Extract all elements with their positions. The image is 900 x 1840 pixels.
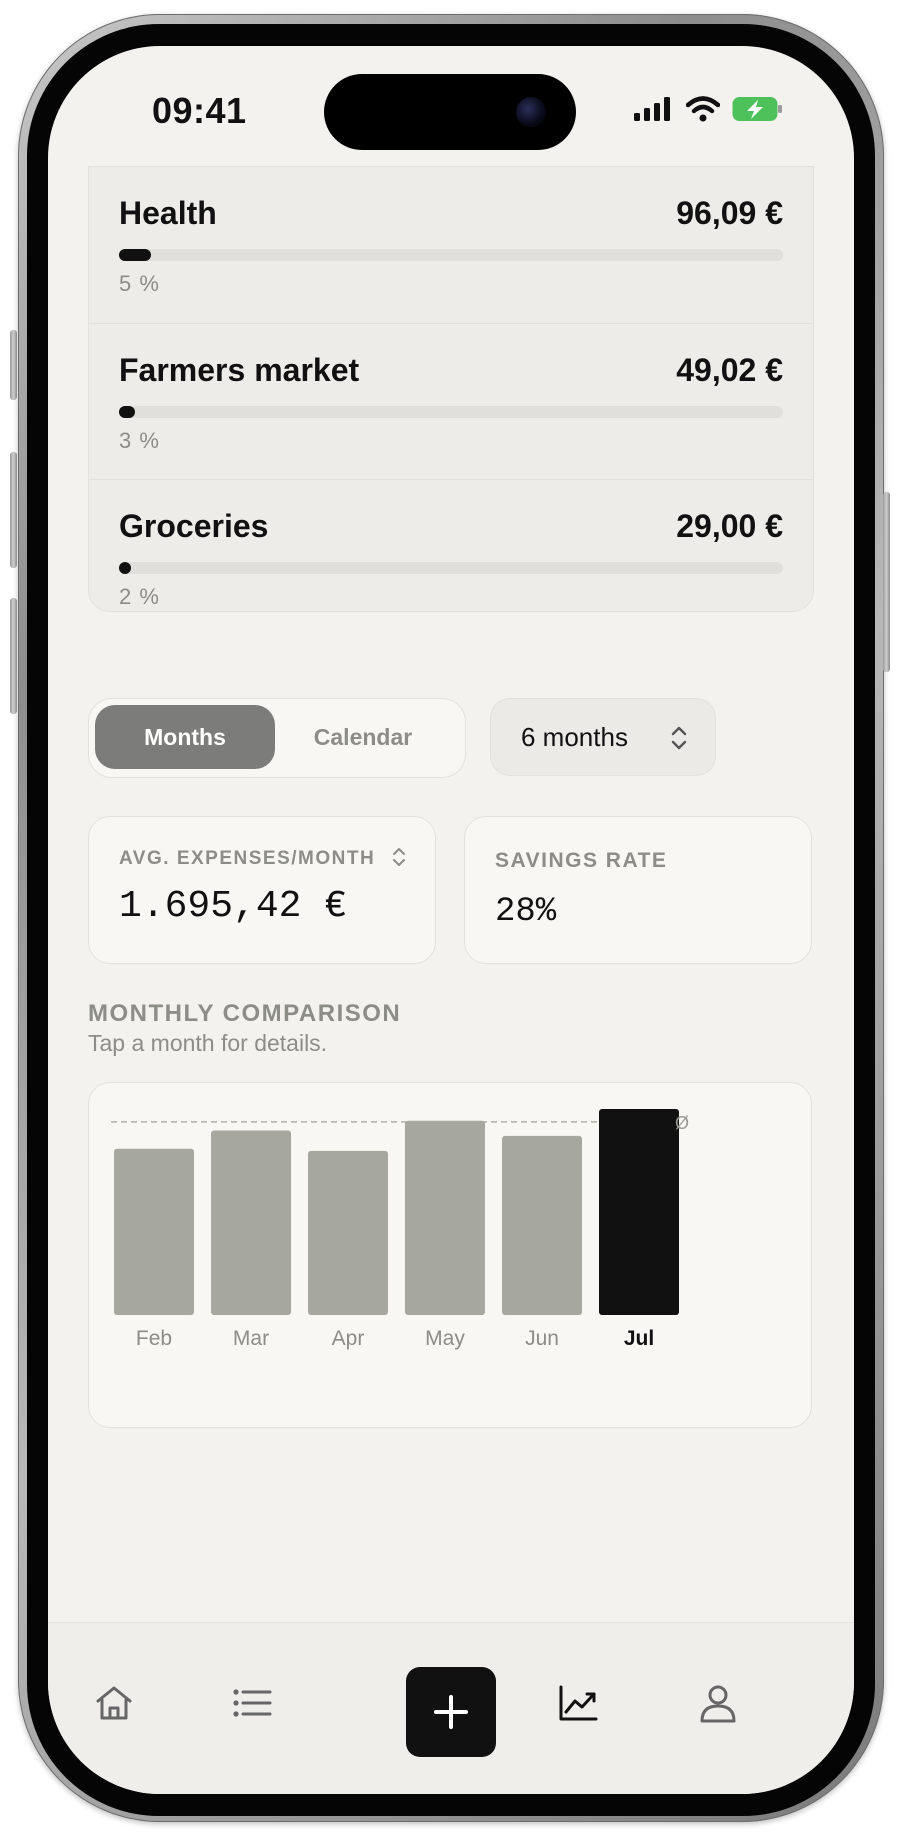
category-progress-track <box>119 406 783 418</box>
category-amount: 49,02 € <box>676 352 783 388</box>
avg-expenses-label-text: AVG. EXPENSES/MONTH <box>119 848 376 869</box>
plus-icon <box>434 1695 468 1729</box>
month-label-may[interactable]: May <box>425 1327 465 1350</box>
battery-charging-icon <box>732 97 782 121</box>
add-button[interactable] <box>406 1667 496 1757</box>
home-icon[interactable] <box>90 1679 138 1727</box>
bar-jun[interactable] <box>502 1135 582 1315</box>
app-screen: 09:41 Health 96,09 € 5 % Farmers market … <box>48 46 854 1794</box>
category-progress-track <box>119 249 783 261</box>
monthly-comparison-subtitle: Tap a month for details. <box>88 1030 328 1056</box>
volume-up-button <box>10 452 17 568</box>
savings-rate-card: SAVINGS RATE 28% <box>464 816 812 964</box>
chevron-up-down-icon <box>392 848 405 866</box>
avg-expenses-value: 1.695,42 € <box>119 885 348 928</box>
category-row-groceries[interactable]: Groceries 29,00 € 2 % <box>89 479 813 636</box>
average-reference-label: Ø <box>675 1113 689 1133</box>
category-progress-fill <box>119 406 135 418</box>
status-time: 09:41 <box>152 90 247 131</box>
tab-bar <box>48 1622 854 1794</box>
bar-jul[interactable] <box>599 1109 679 1315</box>
month-label-jul[interactable]: Jul <box>624 1327 654 1350</box>
volume-down-button <box>10 598 17 714</box>
month-label-mar[interactable]: Mar <box>233 1327 269 1350</box>
chart-icon[interactable] <box>554 1679 602 1727</box>
category-row-health[interactable]: Health 96,09 € 5 % <box>89 167 813 323</box>
category-progress-fill <box>119 562 131 574</box>
category-name: Health <box>119 195 217 231</box>
status-bar: 09:41 <box>48 46 854 166</box>
avg-expenses-card[interactable]: AVG. EXPENSES/MONTH 1.695,42 € <box>88 816 436 964</box>
avg-expenses-label: AVG. EXPENSES/MONTH <box>119 847 406 870</box>
bar-feb[interactable] <box>114 1148 194 1315</box>
months-toggle-button[interactable]: Months <box>95 705 275 769</box>
month-label-jun[interactable]: Jun <box>525 1327 559 1350</box>
bar-may[interactable] <box>405 1120 485 1315</box>
category-amount: 29,00 € <box>676 508 783 544</box>
category-name: Farmers market <box>119 352 360 388</box>
bar-chart: Feb Mar Apr May Jun Jul Ø <box>111 1109 689 1350</box>
category-list: Health 96,09 € 5 % Farmers market 49,02 … <box>88 166 814 612</box>
monthly-comparison-chart: Feb Mar Apr May Jun Jul Ø <box>88 1082 812 1428</box>
profile-icon[interactable] <box>694 1679 742 1727</box>
category-percent: 2 % <box>119 584 160 609</box>
power-button <box>883 492 890 672</box>
status-icons <box>634 96 784 122</box>
category-name: Groceries <box>119 508 269 544</box>
category-progress-fill <box>119 249 151 261</box>
bar-apr[interactable] <box>308 1150 388 1315</box>
savings-rate-value: 28% <box>495 893 557 931</box>
dynamic-island <box>324 74 576 150</box>
chevron-up-down-icon <box>671 726 687 750</box>
signal-icon <box>634 97 670 121</box>
view-toggle: Months Calendar <box>88 698 466 778</box>
category-percent: 5 % <box>119 271 160 296</box>
category-percent: 3 % <box>119 428 160 453</box>
savings-rate-label: SAVINGS RATE <box>495 849 668 872</box>
category-row-farmers-market[interactable]: Farmers market 49,02 € 3 % <box>89 323 813 480</box>
monthly-comparison-title: MONTHLY COMPARISON <box>88 1000 402 1027</box>
category-amount: 96,09 € <box>676 195 783 231</box>
action-button <box>10 330 17 400</box>
calendar-toggle-button[interactable]: Calendar <box>273 705 453 769</box>
range-picker[interactable]: 6 months <box>490 698 716 776</box>
camera-icon <box>516 97 546 127</box>
category-progress-track <box>119 562 783 574</box>
list-icon[interactable] <box>228 1679 276 1727</box>
bar-mar[interactable] <box>211 1130 291 1315</box>
wifi-icon <box>686 96 720 122</box>
range-label: 6 months <box>521 721 628 752</box>
month-label-feb[interactable]: Feb <box>136 1327 172 1350</box>
month-label-apr[interactable]: Apr <box>332 1327 365 1350</box>
